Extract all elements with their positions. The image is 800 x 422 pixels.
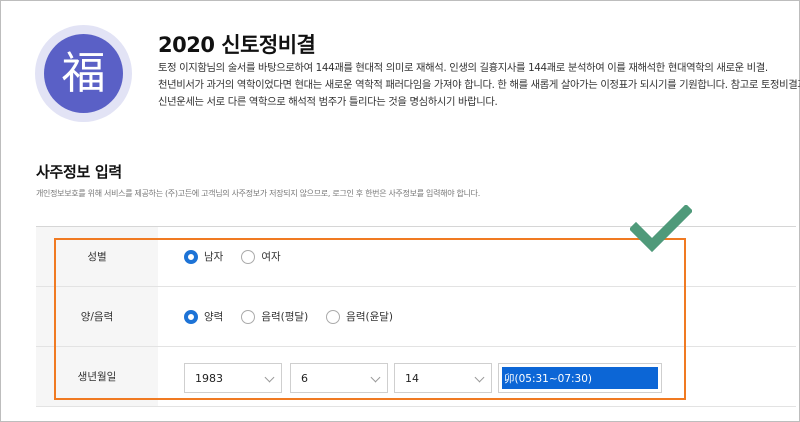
emblem-character: 福 [61,47,106,99]
fortune-emblem: 福 [35,25,132,122]
highlight-box [54,238,686,400]
section-title: 사주정보 입력 [36,163,122,181]
page-title: 2020 신토정비결 [158,33,316,57]
description-line: 신년운세는 서로 다른 역학으로 해석적 범주가 틀리다는 것을 명심하시기 바… [158,96,498,108]
emblem-circle: 福 [44,34,123,113]
checkmark-icon [630,205,692,253]
description-line: 토정 이지함님의 술서를 바탕으로하여 144괘를 현대적 의미로 재해석. 인… [158,62,768,74]
privacy-note: 개인정보보호를 위해 서비스를 제공하는 (주)고든에 고객님의 사주정보가 저… [36,189,480,198]
description-line: 천년비서가 과거의 역학이었다면 현대는 새로운 역학적 패러다임을 가져야 합… [158,79,800,91]
page-description: 토정 이지함님의 술서를 바탕으로하여 144괘를 현대적 의미로 재해석. 인… [158,60,800,111]
